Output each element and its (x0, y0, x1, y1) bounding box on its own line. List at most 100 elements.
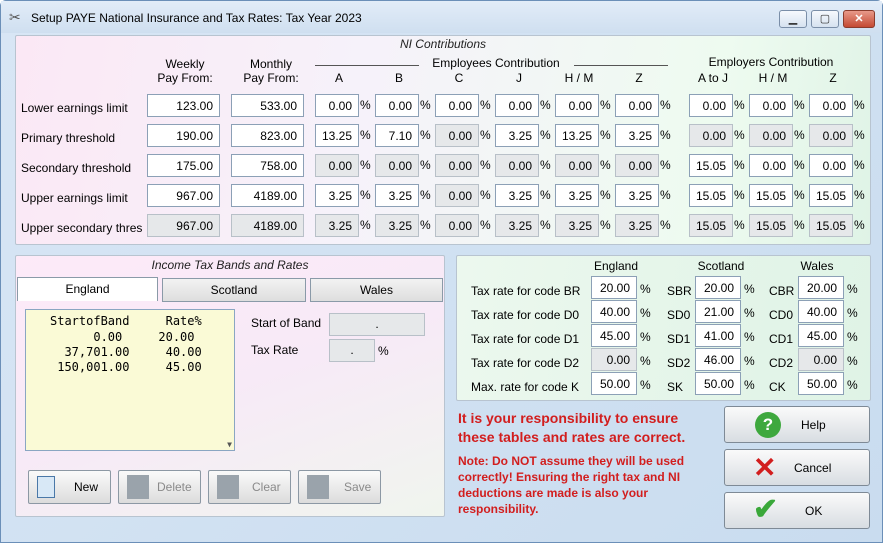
ni-weekly-field[interactable]: 190.00 (147, 124, 220, 147)
scotland-rate-field[interactable]: 46.00 (695, 348, 741, 371)
ni-rate-field-j[interactable]: 0.00 (495, 154, 539, 177)
wales-rate-field[interactable]: 50.00 (798, 372, 844, 395)
ni-rate-field-a[interactable]: 0.00 (315, 154, 359, 177)
ni-rate-field-a[interactable]: 3.25 (315, 214, 359, 237)
clear-button[interactable]: Clear (208, 470, 291, 504)
ni-rate-field-c[interactable]: 0.00 (435, 184, 479, 207)
ni-rate-field-hm[interactable]: 13.25 (555, 124, 599, 147)
ni-rate-field-ez[interactable]: 0.00 (809, 124, 853, 147)
england-rate-field[interactable]: 0.00 (591, 348, 637, 371)
ni-rate-field-ez[interactable]: 0.00 (809, 154, 853, 177)
ni-rate-field-ehm[interactable]: 0.00 (749, 154, 793, 177)
ni-rate-field-z[interactable]: 3.25 (615, 184, 659, 207)
ok-button[interactable]: ✔ OK (724, 492, 870, 529)
ni-rate-field-ez[interactable]: 15.05 (809, 214, 853, 237)
ni-rate-field-hm[interactable]: 3.25 (555, 184, 599, 207)
ni-rate-field-a[interactable]: 3.25 (315, 184, 359, 207)
new-button[interactable]: New (28, 470, 111, 504)
england-rate-field[interactable]: 50.00 (591, 372, 637, 395)
ni-rate-field-c[interactable]: 0.00 (435, 214, 479, 237)
ni-monthly-field[interactable]: 4189.00 (231, 184, 304, 207)
help-button[interactable]: ? Help (724, 406, 870, 443)
ni-rate-field-eaj[interactable]: 0.00 (689, 124, 733, 147)
ni-rate-field-b[interactable]: 3.25 (375, 214, 419, 237)
ni-monthly-field[interactable]: 758.00 (231, 154, 304, 177)
ni-weekly-field[interactable]: 123.00 (147, 94, 220, 117)
ni-rate-field-z[interactable]: 3.25 (615, 124, 659, 147)
ni-rate-field-b[interactable]: 0.00 (375, 94, 419, 117)
ni-rate-field-eaj[interactable]: 15.05 (689, 184, 733, 207)
wales-rate-field[interactable]: 45.00 (798, 324, 844, 347)
ni-rate-field-a[interactable]: 13.25 (315, 124, 359, 147)
tab-scotland[interactable]: Scotland (162, 278, 306, 302)
wales-rate-field[interactable]: 40.00 (798, 300, 844, 323)
close-button[interactable]: ✕ (843, 10, 875, 28)
ni-weekly-field[interactable]: 967.00 (147, 214, 220, 237)
ni-rate-field-hm[interactable]: 0.00 (555, 154, 599, 177)
ni-rate-field-z[interactable]: 0.00 (615, 154, 659, 177)
ni-monthly-field[interactable]: 533.00 (231, 94, 304, 117)
delete-button[interactable]: Delete (118, 470, 201, 504)
ni-weekly-field[interactable]: 175.00 (147, 154, 220, 177)
ni-rate-field-a[interactable]: 0.00 (315, 94, 359, 117)
scroll-down-icon[interactable]: ▼ (227, 440, 232, 449)
ni-rate-field-ehm[interactable]: 0.00 (749, 94, 793, 117)
percent-sign: % (734, 218, 745, 232)
ni-weekly-field[interactable]: 967.00 (147, 184, 220, 207)
scotland-rate-field[interactable]: 21.00 (695, 300, 741, 323)
england-rate-field[interactable]: 45.00 (591, 324, 637, 347)
save-button[interactable]: Save (298, 470, 381, 504)
ni-rate-field-c[interactable]: 0.00 (435, 94, 479, 117)
percent-sign: % (794, 218, 805, 232)
wales-rate-field[interactable]: 20.00 (798, 276, 844, 299)
tax-bands-list[interactable]: StartofBand Rate% 0.00 20.00 37,701.00 4… (25, 309, 235, 451)
ni-rate-field-z[interactable]: 3.25 (615, 214, 659, 237)
maximize-button[interactable]: ▢ (811, 10, 839, 28)
scotland-rate-field[interactable]: 50.00 (695, 372, 741, 395)
ni-rate-field-eaj[interactable]: 0.00 (689, 94, 733, 117)
ni-rate-field-ez[interactable]: 15.05 (809, 184, 853, 207)
wales-rate-field[interactable]: 0.00 (798, 348, 844, 371)
percent-sign: % (360, 188, 371, 202)
ni-rate-field-ehm[interactable]: 15.05 (749, 184, 793, 207)
ni-monthly-field[interactable]: 823.00 (231, 124, 304, 147)
ni-monthly-field[interactable]: 4189.00 (231, 214, 304, 237)
ni-rate-field-c[interactable]: 0.00 (435, 154, 479, 177)
ni-rate-field-ehm[interactable]: 0.00 (749, 124, 793, 147)
new-button-label: New (74, 480, 99, 494)
percent-sign: % (660, 188, 671, 202)
ni-rate-field-j[interactable]: 3.25 (495, 184, 539, 207)
list-item[interactable]: 0.00 20.00 (50, 330, 194, 344)
percent-sign: % (420, 188, 431, 202)
ni-rate-field-b[interactable]: 7.10 (375, 124, 419, 147)
ni-rate-field-hm[interactable]: 0.00 (555, 94, 599, 117)
england-rate-field[interactable]: 20.00 (591, 276, 637, 299)
ni-rate-field-eaj[interactable]: 15.05 (689, 214, 733, 237)
cancel-button[interactable]: ✕ Cancel (724, 449, 870, 486)
list-item[interactable]: 150,001.00 45.00 (50, 360, 202, 374)
list-item[interactable]: 37,701.00 40.00 (50, 345, 201, 359)
percent-sign: % (600, 188, 611, 202)
ni-rate-field-j[interactable]: 0.00 (495, 94, 539, 117)
ni-rate-field-b[interactable]: 0.00 (375, 154, 419, 177)
ni-rate-field-hm[interactable]: 3.25 (555, 214, 599, 237)
tab-england[interactable]: England (17, 277, 158, 301)
percent-sign: % (360, 218, 371, 232)
minimize-button[interactable]: ▁ (779, 10, 807, 28)
ni-rate-field-b[interactable]: 3.25 (375, 184, 419, 207)
ni-rate-field-j[interactable]: 3.25 (495, 124, 539, 147)
ni-rate-field-ehm[interactable]: 15.05 (749, 214, 793, 237)
ni-rate-field-j[interactable]: 3.25 (495, 214, 539, 237)
england-rate-field[interactable]: 40.00 (591, 300, 637, 323)
percent-sign: % (734, 98, 745, 112)
scotland-rate-field[interactable]: 41.00 (695, 324, 741, 347)
ni-rate-field-eaj[interactable]: 15.05 (689, 154, 733, 177)
ni-rate-field-z[interactable]: 0.00 (615, 94, 659, 117)
ni-rate-field-ez[interactable]: 0.00 (809, 94, 853, 117)
tab-wales[interactable]: Wales (310, 278, 443, 302)
tax-code-label: Tax rate for code BR (471, 284, 581, 298)
scotland-rate-field[interactable]: 20.00 (695, 276, 741, 299)
ni-rate-field-c[interactable]: 0.00 (435, 124, 479, 147)
tax-rate-field[interactable]: . (329, 339, 375, 362)
start-of-band-field[interactable]: . (329, 313, 425, 336)
